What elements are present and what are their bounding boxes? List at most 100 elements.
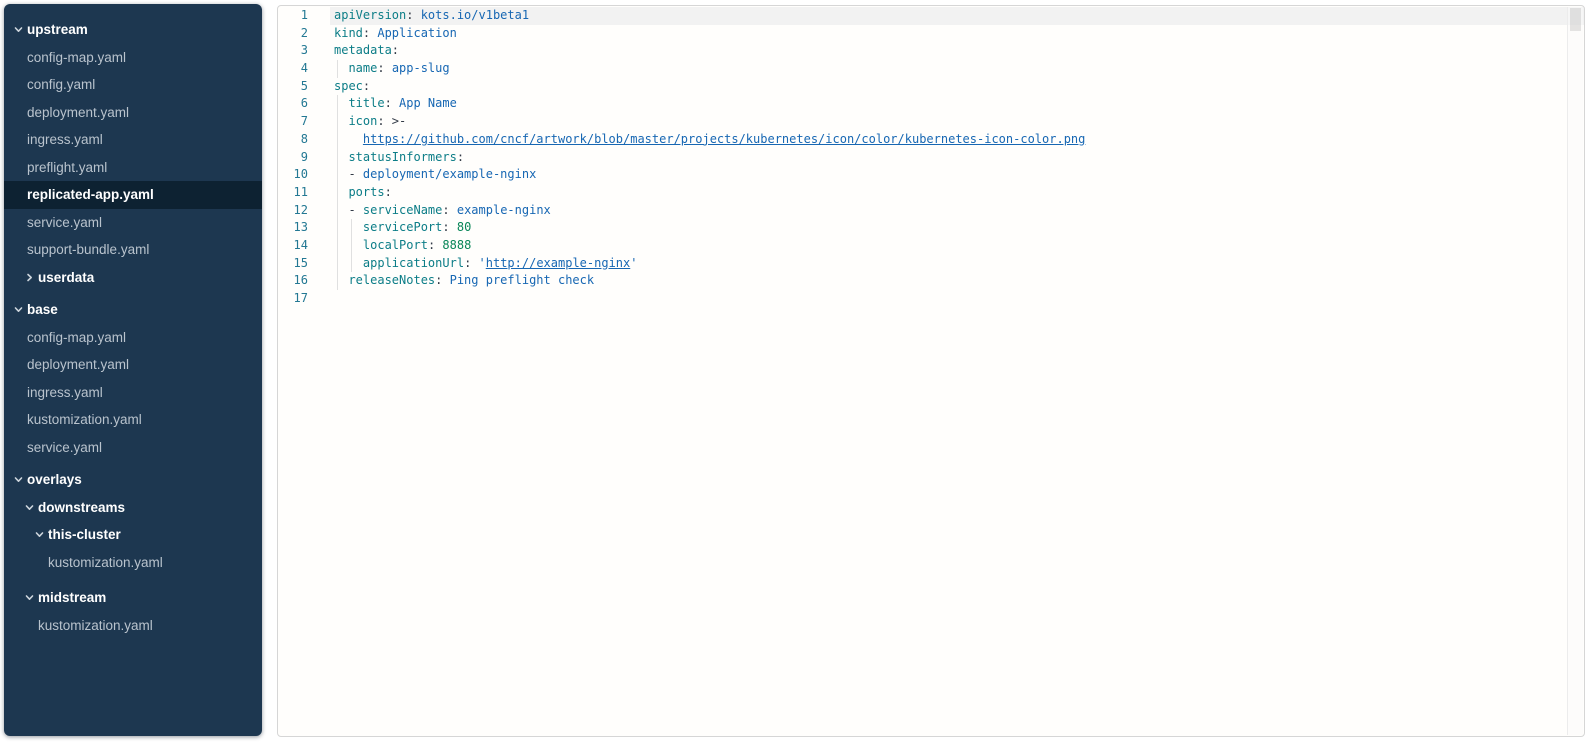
code-line-content: releaseNotes: Ping preflight check bbox=[334, 272, 1584, 290]
sidebar-item-config-map-yaml[interactable]: config-map.yaml bbox=[4, 44, 262, 72]
code-token bbox=[334, 132, 363, 146]
sidebar-item-config-yaml[interactable]: config.yaml bbox=[4, 71, 262, 99]
code-line[interactable]: 5spec: bbox=[278, 78, 1584, 96]
scrollbar-thumb[interactable] bbox=[1570, 8, 1581, 31]
sidebar-item-overlays[interactable]: overlays bbox=[4, 466, 262, 494]
line-number: 16 bbox=[278, 272, 308, 290]
indent-guide bbox=[337, 202, 338, 220]
code-line[interactable]: 11 ports: bbox=[278, 184, 1584, 202]
sidebar-item-service-yaml[interactable]: service.yaml bbox=[4, 434, 262, 462]
line-number: 1 bbox=[278, 7, 308, 25]
sidebar-item-userdata[interactable]: userdata bbox=[4, 264, 262, 292]
indent-guide bbox=[351, 255, 352, 273]
code-line-content: https://github.com/cncf/artwork/blob/mas… bbox=[334, 131, 1584, 149]
code-line-content: applicationUrl: 'http://example-nginx' bbox=[334, 255, 1584, 273]
code-line[interactable]: 8 https://github.com/cncf/artwork/blob/m… bbox=[278, 131, 1584, 149]
chevron-down-icon bbox=[14, 475, 27, 484]
code-line[interactable]: 17 bbox=[278, 290, 1584, 308]
sidebar-item-kustomization-yaml[interactable]: kustomization.yaml bbox=[4, 406, 262, 434]
code-token: title bbox=[348, 96, 384, 110]
code-line-content: localPort: 8888 bbox=[334, 237, 1584, 255]
code-line[interactable]: 7 icon: >- bbox=[278, 113, 1584, 131]
editor-scrollbar[interactable] bbox=[1567, 7, 1583, 735]
code-line-content: apiVersion: kots.io/v1beta1 bbox=[334, 7, 1584, 25]
chevron-right-icon bbox=[25, 273, 38, 282]
line-number: 4 bbox=[278, 60, 308, 78]
sidebar-item-label: kustomization.yaml bbox=[38, 618, 153, 633]
sidebar-item-label: replicated-app.yaml bbox=[27, 187, 154, 202]
code-token: app-slug bbox=[392, 61, 450, 75]
sidebar-item-label: ingress.yaml bbox=[27, 385, 103, 400]
line-number: 6 bbox=[278, 95, 308, 113]
sidebar-item-preflight-yaml[interactable]: preflight.yaml bbox=[4, 154, 262, 182]
file-tree-sidebar: upstream config-map.yaml config.yaml deploy… bbox=[4, 4, 262, 736]
code-link[interactable]: http://example-nginx bbox=[486, 256, 631, 270]
sidebar-item-support-bundle-yaml[interactable]: support-bundle.yaml bbox=[4, 236, 262, 264]
line-number: 5 bbox=[278, 78, 308, 96]
code-token: kind bbox=[334, 26, 363, 40]
code-line[interactable]: 1 apiVersion: kots.io/v1beta1 bbox=[278, 7, 1584, 25]
code-line[interactable]: 14 localPort: 8888 bbox=[278, 237, 1584, 255]
indent-guide bbox=[337, 272, 338, 290]
sidebar-item-label: deployment.yaml bbox=[27, 105, 129, 120]
sidebar-item-this-cluster[interactable]: this-cluster bbox=[4, 521, 262, 549]
code-line[interactable]: 15 applicationUrl: 'http://example-nginx… bbox=[278, 255, 1584, 273]
code-line[interactable]: 16 releaseNotes: Ping preflight check bbox=[278, 272, 1584, 290]
code-token: 80 bbox=[457, 220, 471, 234]
code-line[interactable]: 2kind: Application bbox=[278, 25, 1584, 43]
code-token: : bbox=[442, 203, 456, 217]
sidebar-item-replicated-app-yaml[interactable]: replicated-app.yaml bbox=[4, 181, 262, 209]
code-line-content: icon: >- bbox=[334, 113, 1584, 131]
code-line[interactable]: 12 - serviceName: example-nginx bbox=[278, 202, 1584, 220]
code-line-content: title: App Name bbox=[334, 95, 1584, 113]
code-line[interactable]: 13 servicePort: 80 bbox=[278, 219, 1584, 237]
sidebar-item-label: base bbox=[27, 302, 58, 317]
code-token: statusInformers bbox=[348, 150, 456, 164]
sidebar-item-upstream[interactable]: upstream bbox=[4, 16, 262, 44]
sidebar-item-deployment-yaml[interactable]: deployment.yaml bbox=[4, 351, 262, 379]
code-token: serviceName bbox=[363, 203, 442, 217]
sidebar-item-label: upstream bbox=[27, 22, 88, 37]
code-line[interactable]: 4 name: app-slug bbox=[278, 60, 1584, 78]
sidebar-item-service-yaml[interactable]: service.yaml bbox=[4, 209, 262, 237]
sidebar-item-downstreams[interactable]: downstreams bbox=[4, 494, 262, 522]
code-lines: 1apiVersion: kots.io/v1beta12kind: Appli… bbox=[278, 6, 1584, 308]
chevron-down-icon bbox=[25, 593, 38, 602]
sidebar-item-deployment-yaml[interactable]: deployment.yaml bbox=[4, 99, 262, 127]
sidebar-item-label: deployment.yaml bbox=[27, 357, 129, 372]
code-token: ' bbox=[479, 256, 486, 270]
sidebar-item-kustomization-yaml[interactable]: kustomization.yaml bbox=[4, 549, 262, 577]
sidebar-item-kustomization-yaml[interactable]: kustomization.yaml bbox=[4, 612, 262, 640]
sidebar-item-ingress-yaml[interactable]: ingress.yaml bbox=[4, 126, 262, 154]
code-token: apiVersion bbox=[334, 8, 406, 22]
code-token: kots.io/v1beta1 bbox=[421, 8, 529, 22]
code-token: spec bbox=[334, 79, 363, 93]
code-token: : bbox=[363, 26, 377, 40]
sidebar-item-label: support-bundle.yaml bbox=[27, 242, 149, 257]
code-token: Ping preflight check bbox=[450, 273, 595, 287]
sidebar-item-label: overlays bbox=[27, 472, 82, 487]
sidebar-item-midstream[interactable]: midstream bbox=[4, 584, 262, 612]
code-line[interactable]: 3metadata: bbox=[278, 42, 1584, 60]
sidebar-item-ingress-yaml[interactable]: ingress.yaml bbox=[4, 379, 262, 407]
code-token: icon bbox=[348, 114, 377, 128]
code-token: servicePort bbox=[363, 220, 442, 234]
line-number: 7 bbox=[278, 113, 308, 131]
sidebar-item-label: config-map.yaml bbox=[27, 50, 126, 65]
indent-guide bbox=[337, 237, 338, 255]
sidebar-item-base[interactable]: base bbox=[4, 296, 262, 324]
sidebar-item-label: ingress.yaml bbox=[27, 132, 103, 147]
sidebar-item-config-map-yaml[interactable]: config-map.yaml bbox=[4, 324, 262, 352]
indent-guide bbox=[337, 166, 338, 184]
code-token: : bbox=[377, 61, 391, 75]
line-number: 11 bbox=[278, 184, 308, 202]
code-token: localPort bbox=[363, 238, 428, 252]
code-line[interactable]: 9 statusInformers: bbox=[278, 149, 1584, 167]
code-line[interactable]: 10 - deployment/example-nginx bbox=[278, 166, 1584, 184]
indent-guide bbox=[337, 255, 338, 273]
code-token: App Name bbox=[399, 96, 457, 110]
code-link[interactable]: https://github.com/cncf/artwork/blob/mas… bbox=[363, 132, 1085, 146]
code-line[interactable]: 6 title: App Name bbox=[278, 95, 1584, 113]
yaml-editor[interactable]: 1apiVersion: kots.io/v1beta12kind: Appli… bbox=[277, 5, 1585, 737]
indent-guide bbox=[337, 184, 338, 202]
